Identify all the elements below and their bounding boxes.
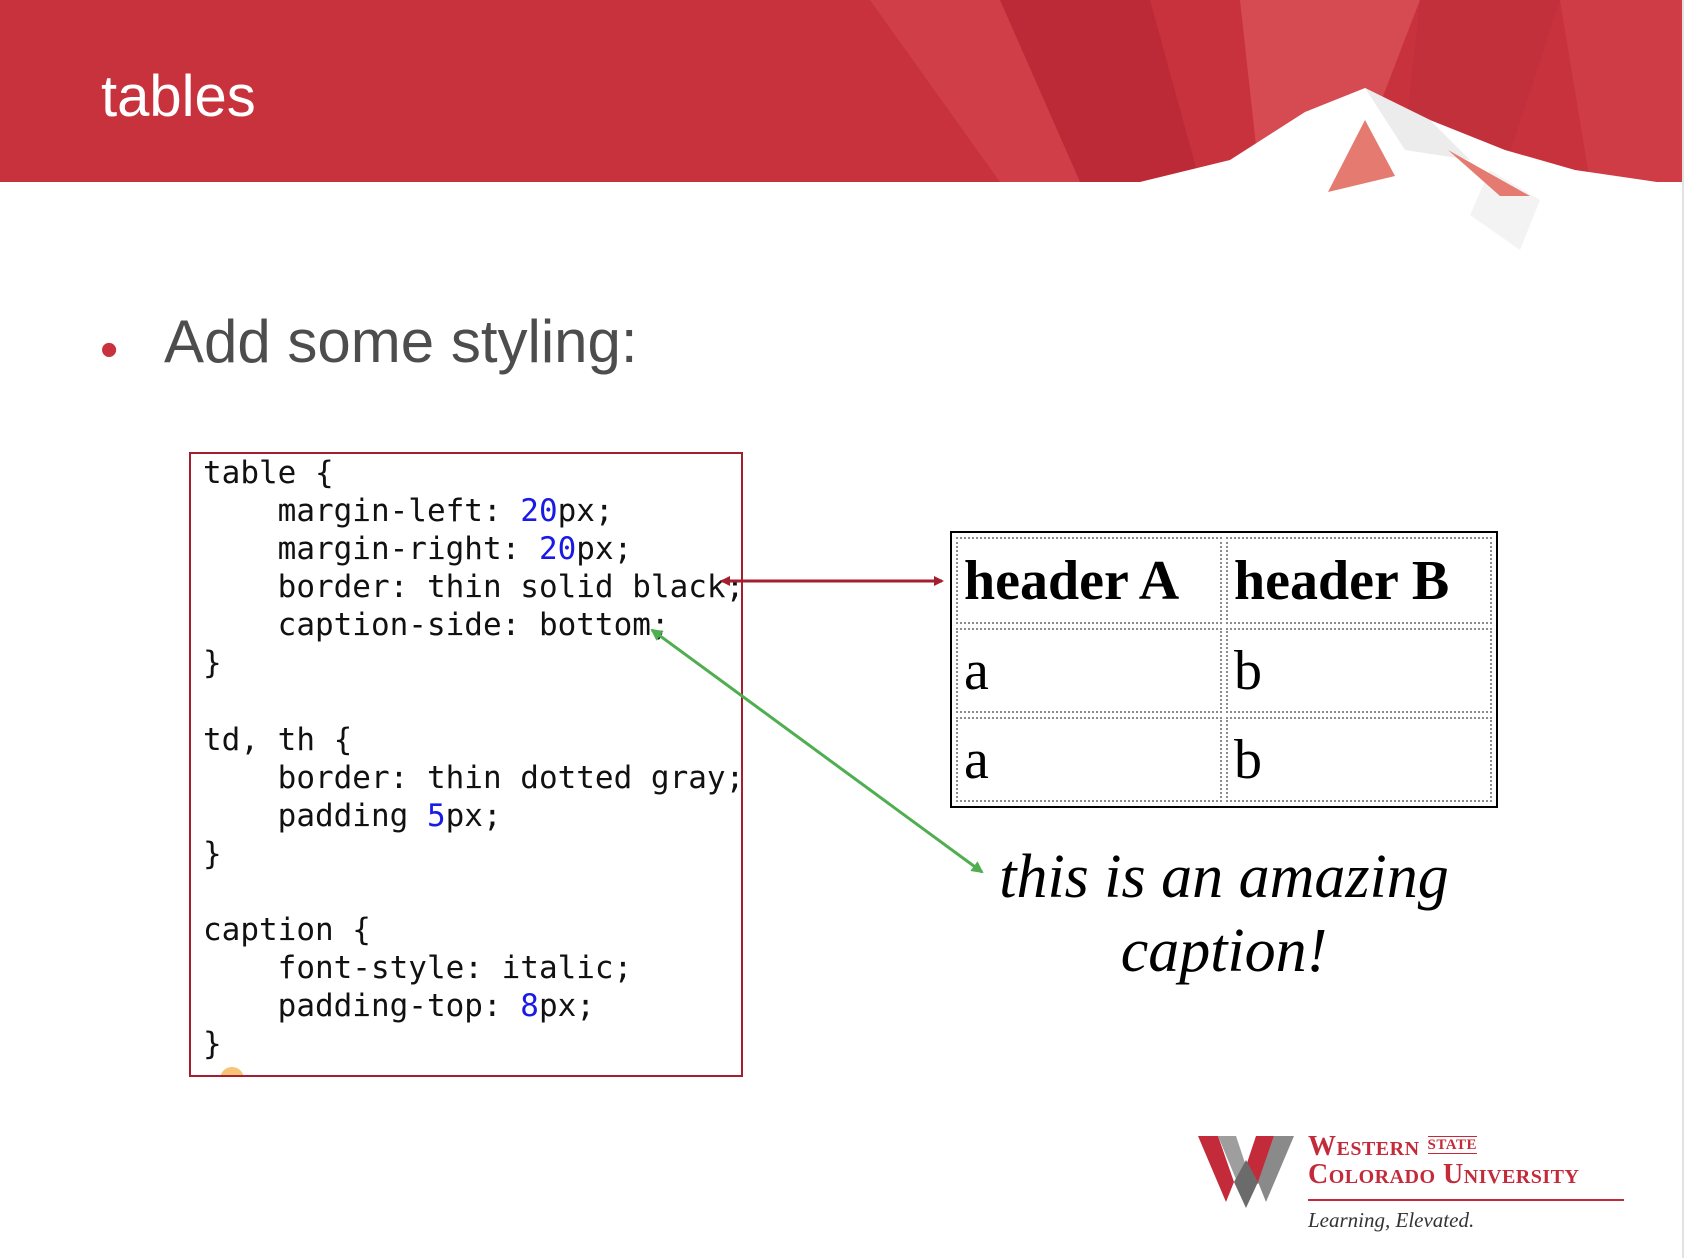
code-line: margin-left: 20px; [203, 493, 614, 529]
table-cell: b [1226, 628, 1492, 714]
code-line: padding-top: 8px; [203, 988, 595, 1024]
example-table: header A header B a b a b [950, 531, 1498, 808]
code-line: border: thin solid black; [203, 569, 743, 606]
code-token: border: thin solid black; [203, 569, 743, 606]
code-line: td, th { [203, 722, 352, 758]
code-token: } [203, 645, 222, 682]
code-line: table { [203, 455, 334, 491]
css-code: table { margin-left: 20px; margin-right:… [203, 454, 743, 1064]
table-header-cell: header B [1226, 537, 1492, 625]
code-token: margin-right: [203, 531, 539, 568]
table-header-cell: header A [956, 537, 1222, 625]
editor-marker-icon [220, 1067, 244, 1075]
code-token: caption-side: bottom; [203, 607, 670, 644]
code-token: } [203, 1026, 222, 1063]
code-line: border: thin dotted gray; [203, 759, 743, 796]
table-caption: this is an amazing caption! [999, 843, 1449, 985]
code-token: padding-top: [203, 988, 521, 1025]
code-line: font-style: italic; [203, 950, 633, 987]
bullet-dot-icon: • [100, 321, 119, 379]
code-token: border: thin dotted gray; [203, 759, 743, 796]
table-row: a b [956, 717, 1492, 802]
logo-line-colorado: Colorado University [1308, 1159, 1580, 1190]
code-line: } [203, 836, 222, 872]
code-token: } [203, 835, 222, 872]
slide-title: tables [101, 64, 256, 129]
table-cell: a [956, 717, 1222, 802]
code-token: margin-left: [203, 493, 521, 530]
code-line: caption-side: bottom; [203, 607, 670, 643]
code-token: td, th { [203, 721, 353, 758]
code-token: table { [203, 455, 334, 491]
logo-divider [1308, 1199, 1624, 1201]
university-logo: Western STATE Colorado University Learnin… [1198, 1130, 1628, 1236]
code-line: caption { [203, 912, 371, 948]
code-line: } [203, 645, 222, 681]
logo-state-text: STATE [1427, 1136, 1477, 1154]
code-number: 5 [426, 797, 446, 834]
code-number: 20 [538, 531, 577, 568]
code-token: px; [445, 797, 502, 834]
code-number: 20 [520, 493, 558, 530]
code-line: } [203, 1026, 222, 1062]
code-number: 8 [520, 988, 539, 1025]
code-token: px; [557, 493, 614, 530]
code-token: px; [538, 988, 595, 1025]
w-logo-icon [1198, 1136, 1294, 1208]
logo-tagline: Learning, Elevated. [1308, 1208, 1475, 1232]
slide: tables • Add some styling: table { margi… [0, 0, 1684, 1258]
code-token: caption { [203, 912, 371, 949]
css-code-block: table { margin-left: 20px; margin-right:… [189, 452, 743, 1077]
code-token: font-style: italic; [203, 950, 633, 987]
code-line: margin-right: 20px; [203, 531, 633, 568]
table-cell: b [1226, 717, 1492, 802]
table-header-row: header A header B [956, 537, 1492, 625]
code-line: padding 5px; [203, 798, 502, 834]
table-cell: a [956, 628, 1222, 714]
table-row: a b [956, 628, 1492, 714]
bullet-text: Add some styling: [164, 308, 638, 375]
code-token: px; [576, 531, 633, 568]
code-token: padding [203, 797, 427, 834]
